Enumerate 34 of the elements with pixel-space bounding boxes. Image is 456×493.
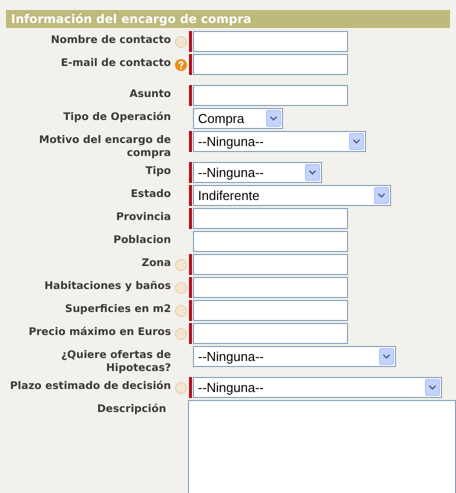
dropdown[interactable]: --Ninguna--: [193, 162, 322, 183]
field-label: Estado: [130, 188, 171, 201]
input-field[interactable]: [193, 231, 348, 252]
input-field[interactable]: [193, 254, 348, 275]
input-field[interactable]: [193, 300, 348, 321]
input-field[interactable]: [193, 31, 348, 52]
input-field[interactable]: [193, 85, 348, 106]
dropdown[interactable]: --Ninguna--: [193, 346, 396, 367]
field-label: Tipo: [146, 165, 171, 178]
field-label: E-mail de contacto: [60, 57, 171, 70]
input-field[interactable]: [193, 208, 348, 229]
description-field[interactable]: [188, 400, 456, 493]
field-label: Motivo del encargo de compra: [38, 134, 171, 160]
field-label: Superficies en m2: [65, 303, 171, 316]
dropdown[interactable]: --Ninguna--: [193, 377, 442, 398]
field-label: Tipo de Operación: [63, 111, 171, 124]
field-label: Asunto: [129, 88, 171, 101]
dropdown[interactable]: --Ninguna--: [193, 131, 366, 152]
dropdown[interactable]: Compra: [193, 108, 283, 129]
field-label: Provincia: [116, 211, 171, 224]
field-label: Precio máximo en Euros: [28, 326, 171, 339]
section-title: Información del encargo de compra: [11, 12, 252, 26]
field-label: Plazo estimado de decisión: [10, 380, 171, 393]
field-label: Zona: [142, 257, 171, 270]
field-label: Descripción: [97, 403, 166, 416]
field-label: Poblacion: [113, 234, 171, 247]
field-label: Nombre de contacto: [50, 34, 171, 47]
input-field[interactable]: [193, 277, 348, 298]
input-field[interactable]: [193, 54, 348, 75]
help-icon[interactable]: [175, 58, 187, 70]
input-field[interactable]: [193, 323, 348, 344]
field-label: Habitaciones y baños: [44, 280, 171, 293]
dropdown[interactable]: Indiferente: [193, 185, 391, 206]
field-label: ¿Quiere ofertas de Hipotecas?: [60, 349, 171, 375]
